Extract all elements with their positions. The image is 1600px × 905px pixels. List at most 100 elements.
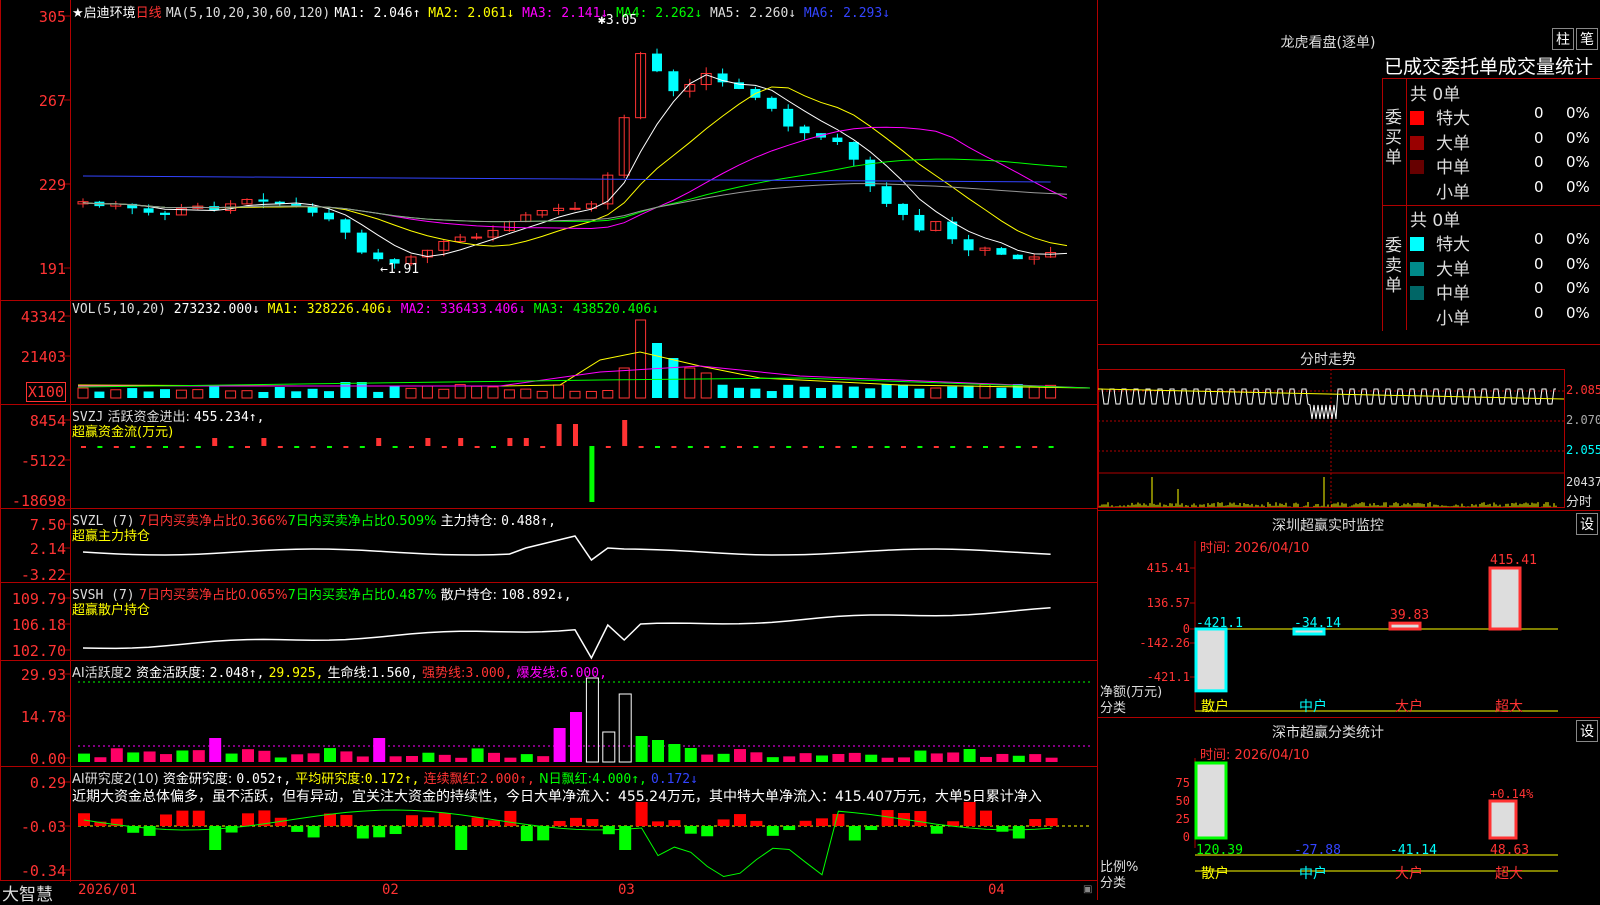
volume-bar	[209, 385, 220, 398]
chart-canvas[interactable]	[0, 0, 1098, 900]
res-label-2: -0.03	[20, 818, 66, 836]
research-bar	[307, 826, 320, 838]
ai-n-label: N日飘红:	[538, 772, 593, 787]
ai-active-bar	[930, 753, 943, 762]
sell-row-1: 特大 0 0%	[1410, 230, 1600, 255]
intraday-chart[interactable]	[1098, 369, 1600, 509]
volume-bar	[438, 388, 450, 399]
volume-bar	[914, 388, 925, 398]
svzj-bar	[1015, 446, 1021, 448]
volume-bar	[963, 385, 974, 398]
volume-bar	[324, 391, 334, 398]
ai-active-bar	[717, 753, 730, 762]
classify-category: 超大	[1495, 866, 1523, 882]
classify-value: 120.39	[1196, 843, 1243, 858]
ai-active-bar	[832, 753, 845, 762]
research-bar	[291, 826, 304, 832]
ai-research-comment: 近期大资金总体偏多，虽不活跃，但有异动，宜关注大资金的持续性，今日大单净流入：4…	[72, 789, 1042, 805]
sell-side-label: 委卖单	[1385, 236, 1402, 296]
ai-label-3: 0.00	[29, 750, 66, 768]
buy-row-1: 特大 0 0%	[1410, 104, 1600, 129]
svzj-bar	[802, 446, 808, 448]
svzj-bar	[1032, 446, 1038, 448]
high-marker-value: 3.05	[605, 13, 638, 28]
svzj-label-1: 8454	[29, 412, 66, 430]
sell-row-3: 中单 0 0%	[1410, 279, 1600, 304]
svzj-bar	[277, 446, 283, 448]
stock-name[interactable]: ★启迪环境	[72, 6, 136, 21]
svzj-value: 455.234↑,	[193, 410, 265, 425]
chart-area[interactable]: 305 267 229 191 43342 21403 X100 8454 -5…	[0, 0, 1098, 905]
ai-active-bar	[438, 754, 451, 762]
svzj-bar	[327, 446, 332, 448]
ai-active-bar	[176, 750, 189, 762]
monitor-y-label: 415.41	[1147, 561, 1190, 575]
monitor-chart[interactable]: 415.41136.570-142.26-421.1-421.1散户-34.14…	[1098, 511, 1600, 717]
ai-active-bar	[160, 754, 172, 762]
longhu-divider-v	[1406, 78, 1407, 330]
buy-row-percent: 0%	[1566, 153, 1590, 171]
classify-value: 48.63	[1490, 843, 1529, 858]
research-bar	[504, 810, 517, 826]
ai-active-bar	[110, 748, 123, 762]
buy-row-percent: 0%	[1566, 177, 1590, 196]
monitor-y-label: 136.57	[1147, 596, 1190, 610]
svsh-sell-label: 7日内买卖净占比0.065%	[138, 588, 288, 603]
classify-chart[interactable]: 75 50 25 0 +0.14% 120.39 散户 -27.88 中户 -41.14 大户 48.…	[1098, 718, 1600, 900]
svzj-bar	[819, 446, 824, 448]
volume-bar	[1028, 386, 1040, 399]
ai-active-bar	[585, 677, 599, 763]
svzj-bar	[999, 446, 1005, 448]
sell-row-swatch	[1410, 261, 1424, 276]
buy-row-swatch	[1410, 111, 1424, 125]
volume-bar	[569, 390, 581, 399]
svzj-bar	[540, 446, 546, 448]
candle-body	[832, 137, 843, 142]
lock-icon[interactable]: ▣	[1083, 884, 1092, 895]
ai-research-header: AI研究度2(10) 资金研究度: 0.052↑, 平均研究度:0.172↑, …	[72, 768, 698, 787]
classify-panel: 深市超赢分类统计 设 时间: 2026/04/10 75 50 25 0 +0.14% 1…	[1098, 718, 1600, 900]
monitor-bar	[1388, 621, 1422, 631]
ai-active-bar	[963, 748, 976, 762]
volume-bar	[291, 391, 302, 398]
svzj-bar	[523, 438, 529, 446]
longhu-panel: 龙虎看盘(逐单) 柱 笔 已成交委托单成交量统计 委买单 委卖单 共 0单 特大…	[1098, 0, 1600, 344]
intraday-title: 分时走势	[1300, 352, 1356, 368]
svzj-bar	[655, 446, 660, 448]
research-bar	[143, 826, 156, 836]
bar-mode-button[interactable]: 柱	[1552, 28, 1574, 50]
tick-mode-button[interactable]: 笔	[1576, 28, 1598, 50]
research-bar	[520, 826, 533, 842]
ai-active-bar	[291, 754, 304, 762]
candle-body	[783, 108, 794, 127]
svsh-buy-label: 7日内买卖净占比0.487%	[287, 588, 437, 603]
svzj-bar	[491, 446, 496, 448]
price-label-1: 305	[38, 8, 66, 26]
ai-active-bar	[78, 753, 90, 762]
intraday-time-label: 分时	[1566, 495, 1593, 510]
volume-bar	[373, 391, 384, 398]
svzj-bar	[228, 446, 234, 448]
ai-active-bar	[1012, 755, 1025, 762]
sell-row-2: 大单 0 0%	[1410, 255, 1600, 280]
ai-active-bar	[356, 756, 369, 762]
research-bar	[717, 819, 730, 826]
ai-active-bar	[701, 754, 714, 762]
ai-active-bars	[78, 677, 1090, 763]
high-marker: ✱3.05	[598, 13, 638, 28]
candle-body	[898, 203, 908, 215]
svsh-hold-value: 108.892↓,	[501, 588, 572, 603]
classify-bar	[1194, 761, 1228, 840]
svsh-subtitle: 超赢散户持仓	[72, 603, 151, 618]
vol-title: VOL(5,10,20)	[72, 302, 166, 317]
volume-bar	[307, 388, 318, 398]
ai-active-bar	[520, 754, 533, 762]
volume-bar	[274, 387, 285, 398]
sell-row-percent: 0%	[1566, 279, 1590, 297]
research-bar	[356, 826, 369, 839]
svzj-bar	[392, 446, 398, 448]
volume-bar	[389, 385, 400, 398]
period-label[interactable]: 日线	[136, 6, 162, 21]
buy-row-label: 中单	[1436, 158, 1470, 178]
research-bar	[1012, 826, 1025, 839]
